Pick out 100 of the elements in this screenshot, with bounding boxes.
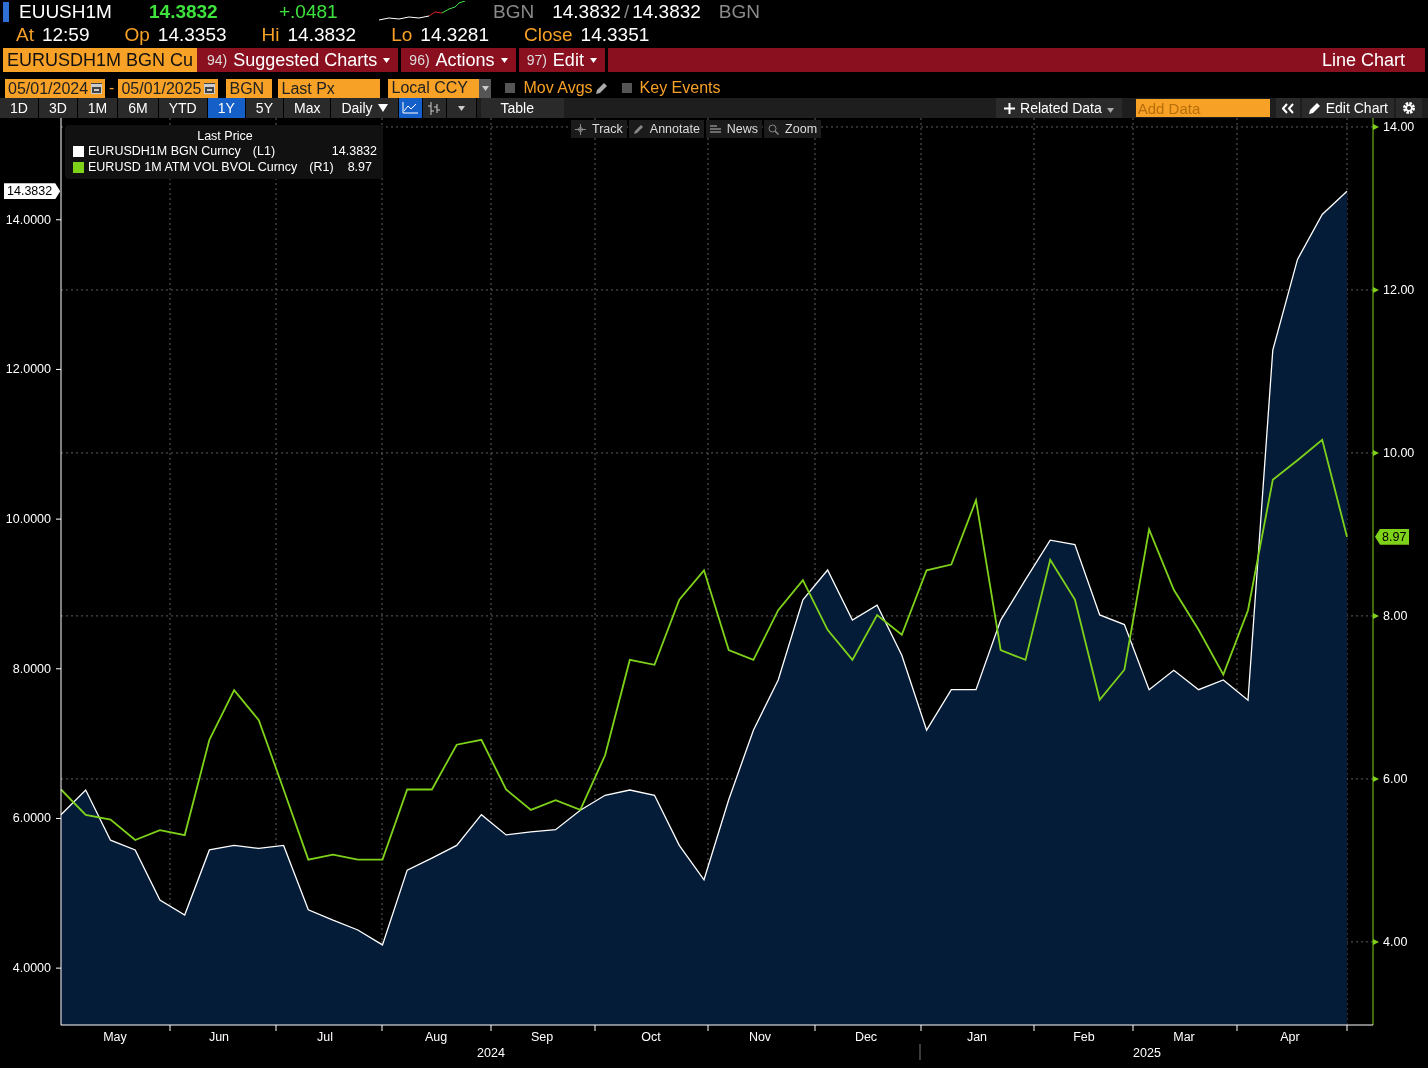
axis-label: 8.0000 xyxy=(12,661,51,676)
axis-label: Nov xyxy=(748,1030,772,1044)
legend-value: 8.97 xyxy=(347,160,372,174)
legend-title: Last Price xyxy=(196,129,254,143)
date-field[interactable]: 05/01/2025 xyxy=(118,78,219,98)
chart-tool-button[interactable]: News xyxy=(705,120,763,138)
axis-label: 10.0000 xyxy=(5,512,51,527)
source-field[interactable]: BGN xyxy=(226,78,273,98)
axis-label: Aug xyxy=(424,1030,448,1044)
caret-icon xyxy=(589,57,597,63)
caret-icon xyxy=(1106,108,1114,113)
axis-label: 12.00 xyxy=(1383,282,1415,297)
last-value-tag: 8.97 xyxy=(1375,528,1410,545)
checkbox-label: Key Events xyxy=(639,79,721,97)
view-button[interactable] xyxy=(398,98,423,118)
edit-chart-button[interactable]: Edit Chart xyxy=(1301,98,1394,118)
period-tab[interactable]: Max xyxy=(283,98,332,118)
stat-value: 12:59 xyxy=(41,23,90,46)
price-change: +.0481 xyxy=(279,0,339,23)
caret-icon xyxy=(482,85,489,91)
period-tab[interactable]: YTD xyxy=(158,98,208,118)
axis-label: Sep xyxy=(530,1030,554,1044)
date-field[interactable]: 05/01/2024 xyxy=(5,78,106,98)
stat-value: 14.3281 xyxy=(420,23,489,46)
axis-label: 8.00 xyxy=(1383,608,1408,623)
chart-tool-button[interactable]: Annotate xyxy=(628,120,704,138)
axis-label: May xyxy=(103,1030,127,1044)
double-chevron-icon xyxy=(1281,102,1294,114)
pencil-icon[interactable] xyxy=(594,81,608,95)
axis-label: Jan xyxy=(966,1030,988,1044)
caret-icon xyxy=(457,105,465,111)
stat-label: Lo xyxy=(391,23,413,46)
axis-label: Feb xyxy=(1073,1030,1095,1044)
chart-tool-button[interactable]: Zoom xyxy=(764,120,822,138)
view-menu-button[interactable] xyxy=(446,98,477,118)
axis-label: 12.0000 xyxy=(5,362,51,377)
calendar-icon[interactable] xyxy=(204,82,216,94)
axis-label: Jun xyxy=(208,1030,230,1044)
legend-axis: (L1) xyxy=(252,144,276,158)
security-field[interactable]: EURUSDH1M BGN Cu xyxy=(3,48,198,72)
axis-label: 6.0000 xyxy=(12,811,51,826)
collapse-button[interactable] xyxy=(1275,98,1300,118)
period-tab[interactable]: 1Y xyxy=(207,98,246,118)
legend-series-name: EURUSD 1M ATM VOL BVOL Curncy xyxy=(88,160,298,174)
axis-label: Oct xyxy=(641,1030,661,1044)
stat-label: Close xyxy=(524,23,573,46)
currency-dropdown[interactable]: Local CCY xyxy=(388,78,492,98)
related-data-button[interactable]: Related Data xyxy=(996,98,1122,118)
date-separator: - xyxy=(109,79,115,97)
caret-icon xyxy=(377,104,388,112)
checkbox[interactable] xyxy=(505,83,516,93)
checkbox-label: Mov Avgs xyxy=(523,79,593,97)
plus-icon xyxy=(1004,102,1016,114)
period-tab[interactable]: 1D xyxy=(0,98,39,118)
axis-label: Jul xyxy=(317,1030,333,1044)
caret-icon xyxy=(500,57,508,63)
chart-type-label: Line Chart xyxy=(1321,49,1406,71)
stat-value: 14.3832 xyxy=(287,23,357,46)
last-value-tag: 14.3832 xyxy=(4,183,61,200)
checkbox[interactable] xyxy=(621,83,632,93)
year-label: 2024 xyxy=(477,1046,505,1060)
legend-axis: (R1) xyxy=(309,160,334,174)
pencil-icon xyxy=(632,123,644,135)
year-label: 2025 xyxy=(1133,1046,1161,1060)
axis-label: 4.00 xyxy=(1383,934,1408,949)
ask-price: 14.3832 xyxy=(632,0,701,23)
axis-label: 10.00 xyxy=(1383,445,1415,460)
source-label: BGN xyxy=(493,0,535,23)
field-selector[interactable]: Last Px xyxy=(278,78,381,98)
settings-icon xyxy=(1402,101,1416,115)
chart-tool-button[interactable]: Track xyxy=(571,120,627,138)
table-button[interactable]: Table xyxy=(480,98,564,118)
calendar-icon[interactable] xyxy=(91,82,103,94)
period-tab[interactable]: 5Y xyxy=(245,98,284,118)
source-label: BGN xyxy=(718,0,761,23)
axis-label: Apr xyxy=(1280,1030,1300,1044)
stat-value: 14.3351 xyxy=(580,23,650,46)
axis-label: Dec xyxy=(854,1030,878,1044)
add-data-field[interactable]: Add Data xyxy=(1135,99,1270,117)
last-price: 14.3832 xyxy=(149,0,219,23)
search-icon xyxy=(768,123,780,135)
axis-label: 14.0000 xyxy=(5,212,51,227)
axis-label: 14.00 xyxy=(1383,119,1415,134)
period-tab[interactable]: 1M xyxy=(77,98,119,118)
line-chart-icon xyxy=(402,102,419,114)
ticker: EUUSH1M xyxy=(19,0,113,23)
bid-price: 14.3832 xyxy=(552,0,621,23)
legend-series-name: EURUSDH1M BGN Curncy xyxy=(88,144,241,158)
period-tab[interactable]: 3D xyxy=(38,98,78,118)
settings-button[interactable] xyxy=(1396,98,1422,118)
legend-value: 14.3832 xyxy=(331,144,377,158)
stat-value: 14.3353 xyxy=(157,23,227,46)
stat-label: At xyxy=(16,23,34,46)
axis-label: 6.00 xyxy=(1383,771,1408,786)
stat-label: Op xyxy=(124,23,150,46)
frequency-dropdown[interactable]: Daily xyxy=(331,98,399,118)
ohlc-bar-icon xyxy=(427,101,442,115)
period-tab[interactable]: 6M xyxy=(118,98,159,118)
stat-label: Hi xyxy=(261,23,280,46)
axis-label: Mar xyxy=(1173,1030,1195,1044)
